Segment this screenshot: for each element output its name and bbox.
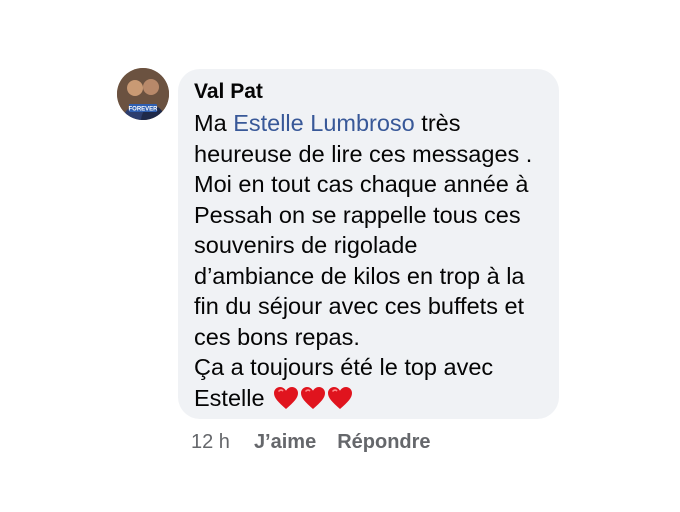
comment-bubble: Val Pat Ma Estelle Lumbroso très heureus… (178, 69, 559, 419)
comment-line-last: Estelle (194, 383, 543, 418)
mention-link[interactable]: Estelle Lumbroso (233, 110, 415, 136)
comment-line: heureuse de lire ces messages . (194, 140, 533, 167)
comment-line: Ça a toujours été le top avec (194, 354, 494, 380)
comment-text-segment: Estelle (194, 384, 265, 411)
comment-line: Moi en tout cas chaque année à (194, 171, 529, 197)
heart-emoji-group (273, 386, 354, 418)
like-button[interactable]: J’aime (254, 431, 316, 454)
avatar[interactable]: FOREVER (117, 68, 169, 120)
comment-timestamp[interactable]: 12 h (191, 431, 230, 454)
avatar-caption: FOREVER (128, 107, 158, 113)
comment-text-segment: Ma (194, 110, 234, 136)
comment-line: ces bons repas. (194, 323, 360, 350)
comment-text: Ma Estelle Lumbroso très heureuse de lir… (194, 108, 543, 417)
comment-line: Ma Estelle Lumbroso très (194, 108, 543, 139)
red-heart-icon (301, 386, 326, 409)
red-heart-icon (274, 386, 299, 409)
avatar-photo: FOREVER (117, 68, 169, 120)
comment-text-segment: très (414, 110, 461, 136)
comment-line: Pessah on se rappelle tous ces (194, 201, 521, 228)
comment-line: fin du séjour avec ces buffets et (194, 293, 525, 319)
comment-author[interactable]: Val Pat (194, 78, 543, 106)
comment-thread: FOREVER Val Pat Ma Estelle Lumbroso très… (0, 0, 680, 512)
comment-line: d’ambiance de kilos en trop à la (194, 262, 525, 289)
comment-line: souvenirs de rigolade (194, 232, 418, 258)
red-heart-icon (328, 386, 353, 409)
reply-button[interactable]: Répondre (337, 431, 430, 454)
comment-actions: 12 h J’aime Répondre (191, 428, 452, 456)
